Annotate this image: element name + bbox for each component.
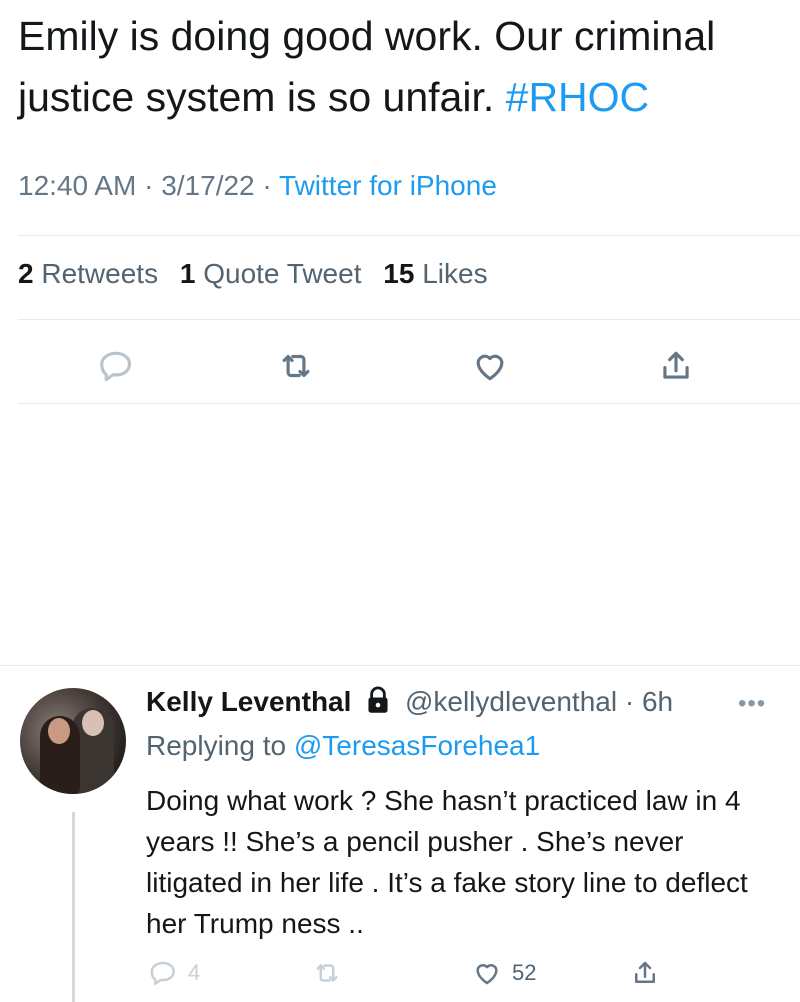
reply-like-button[interactable]: 52 [472,958,536,988]
section-divider [0,665,800,666]
avatar[interactable] [20,688,126,794]
tweet-meta: 12:40 AM · 3/17/22 · Twitter for iPhone [18,170,497,202]
heart-icon [476,354,504,381]
quotes-count: 1 [179,258,196,289]
replying-mention[interactable]: @TeresasForehea1 [294,730,540,761]
avatar-face [48,718,70,744]
share-icon [663,351,689,379]
heart-icon [476,964,498,985]
more-icon[interactable]: ••• [738,690,766,718]
tweet-date[interactable]: 3/17/22 [161,170,254,201]
meta-separator: · [262,170,272,201]
retweets-stat[interactable]: 2 Retweets [18,258,158,289]
reply-button[interactable] [92,342,140,390]
reply-share-button[interactable] [630,958,660,988]
divider [18,319,800,320]
divider [18,235,800,236]
reply-retweet-button[interactable] [312,958,342,988]
avatar-face [82,710,104,736]
tweet-source[interactable]: Twitter for iPhone [279,170,497,201]
retweet-button[interactable] [272,342,320,390]
reply-author-handle[interactable]: @kellydleventhal [405,686,617,717]
replying-to: Replying to @TeresasForehea1 [146,730,540,762]
tweet-stats: 2 Retweets 1 Quote Tweet 15 Likes [18,258,502,290]
reply-author-name[interactable]: Kelly Leventhal [146,686,351,717]
reply-count: 4 [188,960,201,985]
retweet-icon [316,964,338,982]
reply-icon [150,961,175,985]
lock-icon [368,686,388,713]
like-count: 52 [512,960,537,985]
reply-header: Kelly Leventhal @kellydleventhal · 6h [146,686,673,718]
retweets-count: 2 [18,258,34,289]
share-button[interactable] [652,342,700,390]
like-button[interactable] [466,342,514,390]
reply-reply-button[interactable]: 4 [148,958,200,988]
retweets-label: Retweets [41,258,159,289]
quotes-label: Quote Tweet [203,258,362,289]
reply-text: Doing what work ? She hasn’t practiced l… [146,785,748,939]
thread-line [72,812,75,1002]
tweet-text: Emily is doing good work. Our criminal j… [18,6,788,128]
retweet-icon [282,354,310,378]
share-icon [635,961,655,983]
tweet-time: 12:40 AM [18,170,137,201]
likes-label: Likes [422,258,488,289]
quotes-stat[interactable]: 1 Quote Tweet [180,258,362,289]
likes-stat[interactable]: 15 Likes [383,258,487,289]
reply-icon [100,351,132,382]
hashtag-link[interactable]: #RHOC [506,74,650,120]
replying-prefix: Replying to [146,730,287,761]
reply-time[interactable]: 6h [642,686,673,717]
likes-count: 15 [383,258,415,289]
header-separator: · [624,686,635,717]
meta-separator: · [144,170,154,201]
divider [18,403,800,404]
